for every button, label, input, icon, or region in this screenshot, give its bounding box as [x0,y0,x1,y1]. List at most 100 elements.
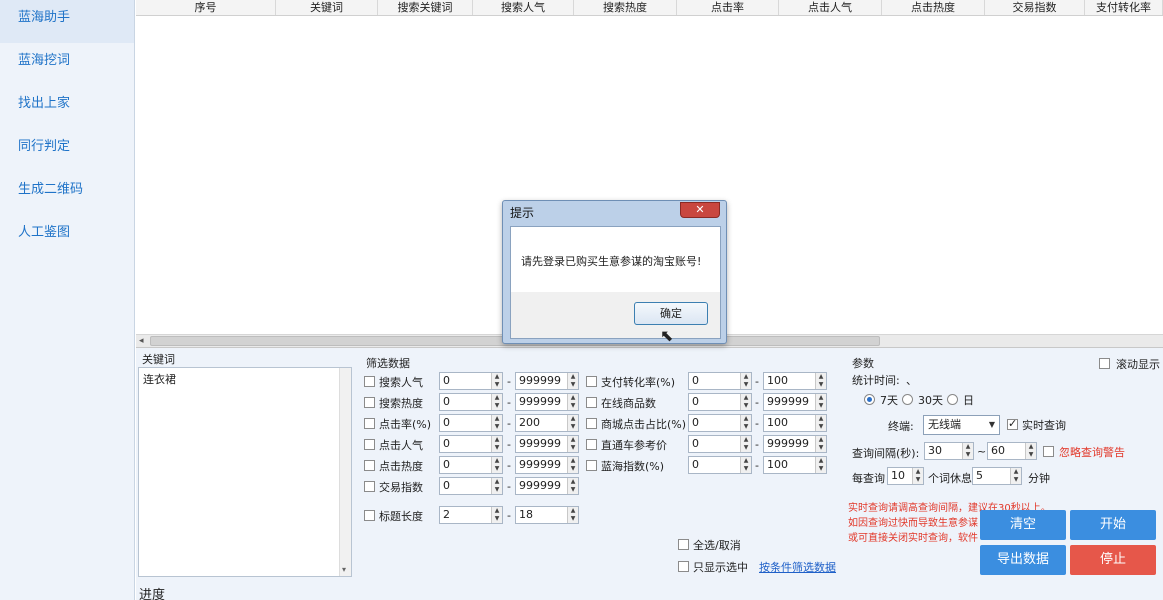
filter-checkbox[interactable] [364,481,375,492]
filter-checkbox[interactable] [364,397,375,408]
minute-label: 分钟 [1028,472,1050,485]
max-spinner[interactable]: 999999 ▲ ▼ [515,435,579,453]
filter-by-conditions-link[interactable]: 按条件筛选数据 [759,559,836,575]
ignore-warning-checkbox[interactable] [1043,446,1054,457]
min-spinner[interactable]: 0 ▲ ▼ [439,435,503,453]
spin-down-icon: ▼ [743,423,749,430]
max-spinner[interactable]: 100 ▲ ▼ [763,414,827,432]
warning-line-3: 或可直接关闭实时查询，软件 [848,533,978,544]
column-header[interactable]: 关键词 [276,0,378,15]
filter-checkbox[interactable] [586,460,597,471]
column-header[interactable]: 交易指数 [985,0,1085,15]
interval-min-spinner[interactable]: 30 ▲ ▼ [924,442,974,460]
clear-button[interactable]: 清空 [980,510,1066,540]
min-spinner[interactable]: 0 ▲ ▼ [439,393,503,411]
radio-day[interactable] [947,394,958,405]
spin-down-icon: ▼ [494,465,500,472]
export-button[interactable]: 导出数据 [980,545,1066,575]
sidebar-item-find-supplier[interactable]: 找出上家 [0,86,134,129]
max-spinner[interactable]: 999999 ▲ ▼ [515,477,579,495]
sidebar-item-keyword-mining[interactable]: 蓝海挖词 [0,43,134,86]
spin-down-icon: ▼ [818,465,824,472]
max-spinner[interactable]: 999999 ▲ ▼ [763,393,827,411]
filter-checkbox[interactable] [364,376,375,387]
max-spinner[interactable]: 100 ▲ ▼ [763,456,827,474]
column-header[interactable]: 点击率 [677,0,779,15]
min-spinner[interactable]: 0 ▲ ▼ [439,477,503,495]
filter-checkbox[interactable] [364,460,375,471]
filter-checkbox[interactable] [364,439,375,450]
spin-up-icon: ▲ [570,478,576,485]
keywords-textarea[interactable]: 连衣裙 ▾ [138,367,352,577]
stop-button[interactable]: 停止 [1070,545,1156,575]
sidebar-item-lanhai-assistant[interactable]: 蓝海助手 [0,0,134,43]
column-header[interactable]: 搜索人气 [473,0,574,15]
min-spinner[interactable]: 0 ▲ ▼ [688,435,752,453]
range-dash: - [507,438,511,451]
column-header[interactable]: 点击热度 [882,0,985,15]
spin-down-icon: ▼ [818,381,824,388]
max-spinner[interactable]: 999999 ▲ ▼ [763,435,827,453]
scroll-left-icon[interactable]: ◂ [139,335,144,347]
column-header[interactable]: 支付转化率 [1085,0,1163,15]
max-spinner[interactable]: 100 ▲ ▼ [763,372,827,390]
spin-up-icon: ▲ [743,436,749,443]
start-button[interactable]: 开始 [1070,510,1156,540]
min-spinner[interactable]: 0 ▲ ▼ [439,456,503,474]
max-spinner[interactable]: 200 ▲ ▼ [515,414,579,432]
realtime-checkbox[interactable] [1007,417,1018,430]
scroll-down-icon[interactable]: ▾ [342,565,346,574]
min-spinner[interactable]: 0 ▲ ▼ [688,456,752,474]
filter-label: 搜索人气 [379,376,423,389]
column-header[interactable]: 点击人气 [779,0,882,15]
sidebar-item-image-review[interactable]: 人工鉴图 [0,215,134,258]
spin-up-icon: ▲ [965,443,971,450]
radio-7days[interactable] [864,394,875,405]
column-header[interactable]: 搜索关键词 [378,0,473,15]
spin-down-icon: ▼ [743,402,749,409]
range-dash: - [507,509,511,522]
filter-checkbox[interactable] [586,418,597,429]
max-spinner[interactable]: 999999 ▲ ▼ [515,456,579,474]
filter-checkbox[interactable] [586,439,597,450]
interval-max-spinner[interactable]: 60 ▲ ▼ [987,442,1037,460]
spin-down-icon: ▼ [743,381,749,388]
radio-30days[interactable] [902,394,913,405]
alert-dialog: 提示 ✕ 请先登录已购买生意参谋的淘宝账号! 确定 [502,200,727,344]
sidebar-item-qrcode[interactable]: 生成二维码 [0,172,134,215]
spin-up-icon: ▲ [818,415,824,422]
spin-down-icon: ▼ [743,444,749,451]
max-spinner[interactable]: 999999 ▲ ▼ [515,372,579,390]
range-dash: - [507,375,511,388]
device-select[interactable]: 无线端 ▼ [923,415,1000,435]
rest-spinner[interactable]: 5 ▲ ▼ [972,467,1022,485]
close-icon[interactable]: ✕ [680,202,720,218]
title-length-checkbox[interactable] [364,510,375,521]
min-spinner[interactable]: 0 ▲ ▼ [439,414,503,432]
sidebar-item-peer-check[interactable]: 同行判定 [0,129,134,172]
radio-30days-label: 30天 [918,394,943,407]
filter-checkbox[interactable] [586,376,597,387]
min-spinner[interactable]: 2 ▲ ▼ [439,506,503,524]
max-spinner[interactable]: 999999 ▲ ▼ [515,393,579,411]
per-query-spinner[interactable]: 10 ▲ ▼ [887,467,924,485]
spin-up-icon: ▲ [743,457,749,464]
column-header[interactable]: 搜索热度 [574,0,677,15]
min-spinner[interactable]: 0 ▲ ▼ [688,372,752,390]
select-all-checkbox[interactable] [678,539,689,550]
ok-button[interactable]: 确定 [634,302,708,325]
filter-label: 蓝海指数(%) [601,460,665,473]
filter-checkbox[interactable] [364,418,375,429]
filter-checkbox[interactable] [586,397,597,408]
vertical-scrollbar[interactable]: ▾ [339,368,351,576]
min-spinner[interactable]: 0 ▲ ▼ [688,393,752,411]
max-spinner[interactable]: 18 ▲ ▼ [515,506,579,524]
mouse-cursor-icon: ⬉ [660,326,674,345]
only-selected-checkbox[interactable] [678,561,689,572]
spin-down-icon: ▼ [818,423,824,430]
rest-label: 个词休息 [928,472,972,485]
min-spinner[interactable]: 0 ▲ ▼ [688,414,752,432]
auto-scroll-checkbox[interactable] [1099,358,1110,369]
min-spinner[interactable]: 0 ▲ ▼ [439,372,503,390]
column-header[interactable]: 序号 [136,0,276,15]
